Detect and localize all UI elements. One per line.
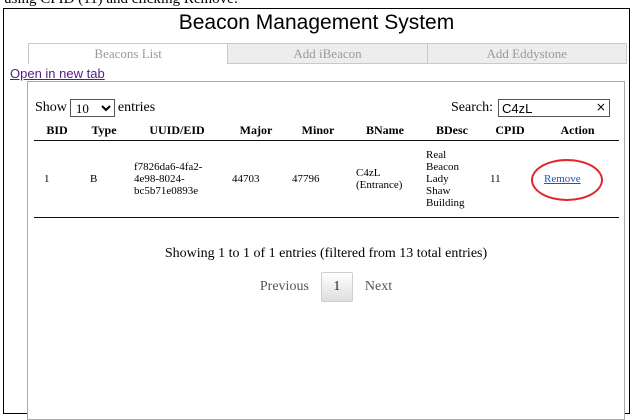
previous-button[interactable]: Previous xyxy=(248,279,321,295)
cell-uuid: f7826da6-4fa2- 4e98-8024- bc5b71e0893e xyxy=(128,140,226,218)
pagination: Previous 1 Next xyxy=(28,272,624,302)
show-label: Show xyxy=(35,100,67,115)
uuid-line: 4e98-8024- xyxy=(134,173,185,185)
open-in-new-tab-link[interactable]: Open in new tab xyxy=(10,66,105,81)
bdesc-line: Lady xyxy=(426,173,449,185)
bdesc-line: Building xyxy=(426,197,465,209)
uuid-line: f7826da6-4fa2- xyxy=(134,161,203,173)
search-input[interactable] xyxy=(497,99,610,117)
search-control: Search: × xyxy=(451,99,610,118)
table-row: 1 B f7826da6-4fa2- 4e98-8024- bc5b71e089… xyxy=(34,140,619,218)
col-bid[interactable]: BID xyxy=(34,120,80,141)
col-type[interactable]: Type xyxy=(80,120,128,141)
entries-select[interactable]: 10 xyxy=(69,99,115,117)
col-action: Action xyxy=(536,120,619,141)
col-uuid[interactable]: UUID/EID xyxy=(128,120,226,141)
page-1-button[interactable]: 1 xyxy=(320,272,353,302)
tab-bar: Beacons List Add iBeacon Add Eddystone xyxy=(28,43,627,64)
cell-bdesc: Real Beacon Lady Shaw Building xyxy=(420,140,484,218)
cell-bid: 1 xyxy=(34,140,80,218)
search-box: × xyxy=(497,99,610,118)
bdesc-line: Shaw xyxy=(426,185,451,197)
beacons-table: BID Type UUID/EID Major Minor BName BDes… xyxy=(34,120,619,218)
col-major[interactable]: Major xyxy=(226,120,286,141)
partial-caption-text: using CPID (11) and clicking Remove: xyxy=(4,0,238,8)
cell-major: 44703 xyxy=(226,140,286,218)
cell-action: Remove xyxy=(531,140,619,218)
table-info: Showing 1 to 1 of 1 entries (filtered fr… xyxy=(164,246,488,261)
page-length-control: Show 10 entries xyxy=(35,99,155,117)
uuid-line: bc5b71e0893e xyxy=(134,185,199,197)
bdesc-line: Beacon xyxy=(426,161,459,173)
cell-bname: C4zL (Entrance) xyxy=(350,140,420,218)
cell-cpid: 11 xyxy=(484,140,536,218)
bname-line: C4zL xyxy=(356,167,381,179)
clear-icon[interactable]: × xyxy=(596,100,606,114)
tab-add-ibeacon[interactable]: Add iBeacon xyxy=(228,43,428,64)
col-minor[interactable]: Minor xyxy=(286,120,350,141)
tab-add-eddystone[interactable]: Add Eddystone xyxy=(427,43,627,64)
next-button[interactable]: Next xyxy=(353,279,404,295)
entries-label: entries xyxy=(117,100,156,115)
tab-beacons-list[interactable]: Beacons List xyxy=(28,43,229,64)
table-header-row: BID Type UUID/EID Major Minor BName BDes… xyxy=(34,120,619,141)
remove-button[interactable]: Remove xyxy=(544,173,581,185)
col-cpid[interactable]: CPID xyxy=(484,120,536,141)
cell-minor: 47796 xyxy=(286,140,350,218)
col-bname[interactable]: BName xyxy=(350,120,420,141)
search-label: Search: xyxy=(451,100,493,116)
beacons-panel: Show 10 entries Search: × BID Type UUID/… xyxy=(27,81,625,420)
page-title: Beacon Management System xyxy=(178,11,455,34)
app-frame: Beacon Management System Beacons List Ad… xyxy=(3,8,630,420)
cell-type: B xyxy=(80,140,128,218)
col-bdesc[interactable]: BDesc xyxy=(420,120,484,141)
bname-line: (Entrance) xyxy=(356,179,403,191)
bdesc-line: Real xyxy=(426,149,447,161)
remove-highlight-area: Remove xyxy=(531,159,603,201)
